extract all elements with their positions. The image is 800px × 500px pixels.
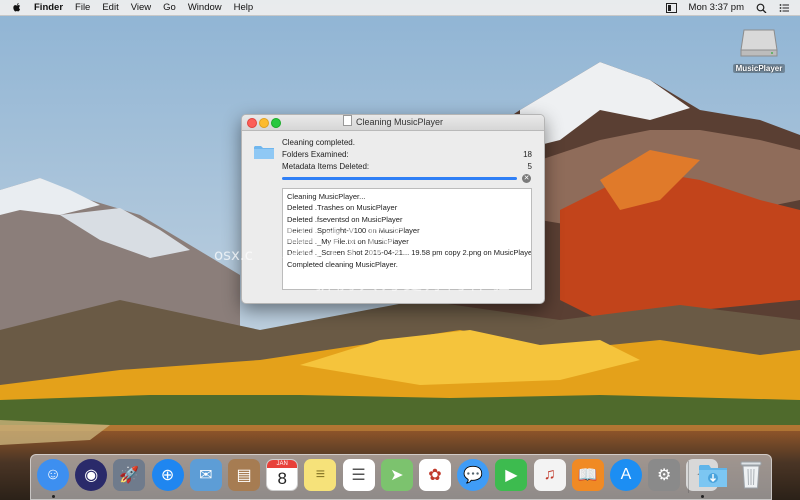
mail-icon[interactable]: ✉	[189, 459, 222, 491]
notes-glyph: ≡	[315, 466, 326, 483]
maps-glyph: ➤	[390, 467, 404, 484]
calendar-icon[interactable]: JAN 8	[266, 459, 299, 491]
messages-icon[interactable]: 💬	[457, 459, 490, 491]
menu-view[interactable]: View	[131, 2, 151, 13]
menu-app-name[interactable]: Finder	[34, 2, 63, 13]
input-source-icon[interactable]	[665, 2, 677, 13]
progress-fill	[282, 177, 517, 180]
launchpad-glyph: 🚀	[119, 467, 140, 484]
metadata-label: Metadata Items Deleted:	[282, 162, 370, 171]
trash-icon[interactable]	[735, 459, 767, 491]
status-row: Cleaning completed.	[282, 138, 532, 147]
drive-label: MusicPlayer	[732, 64, 786, 73]
photos-icon[interactable]: ✿	[419, 459, 451, 491]
reminders-icon[interactable]: ☰	[342, 459, 375, 491]
spotlight-search-icon[interactable]	[756, 3, 767, 13]
itunes-icon[interactable]: ♫	[533, 459, 566, 491]
menu-clock[interactable]: Mon 3:37 pm	[689, 2, 744, 13]
notification-center-icon[interactable]	[779, 3, 790, 13]
safari-icon[interactable]: ⊕	[151, 459, 184, 491]
downloads-glyph	[699, 465, 727, 487]
appstore-icon[interactable]: A	[610, 459, 642, 491]
finder-icon[interactable]: ☺	[37, 459, 69, 491]
progress-bar	[282, 177, 517, 180]
downloads-folder-icon[interactable]	[697, 459, 729, 491]
calendar-day: 8	[277, 469, 287, 488]
menu-help[interactable]: Help	[234, 2, 254, 13]
status-text: Cleaning completed.	[282, 138, 355, 147]
document-icon	[342, 115, 352, 126]
metadata-row: Metadata Items Deleted: 5	[282, 162, 532, 171]
stop-icon[interactable]: ✕	[522, 174, 531, 183]
running-indicator	[700, 495, 704, 498]
facetime-glyph: ▶	[505, 467, 518, 484]
menu-go[interactable]: Go	[163, 2, 176, 13]
mail-glyph: ✉	[199, 467, 213, 484]
folders-row: Folders Examined: 18	[282, 150, 532, 159]
photos-glyph: ✿	[428, 467, 442, 484]
folder-icon	[254, 146, 274, 159]
dock: ☺◉🚀⊕✉▤JAN8≡☰➤✿💬▶♫📖A⚙✧	[30, 454, 772, 500]
running-indicator	[51, 495, 55, 498]
metadata-value: 5	[527, 162, 532, 171]
watermark-site: osx.c	[214, 246, 253, 264]
window-titlebar[interactable]: Cleaning MusicPlayer	[242, 115, 544, 131]
log-line: Cleaning MusicPlayer...	[287, 192, 366, 201]
menu-bar: Finder File Edit View Go Window Help Mon…	[0, 0, 800, 16]
contacts-icon[interactable]: ▤	[228, 459, 260, 491]
notes-icon[interactable]: ≡	[304, 459, 337, 491]
launchpad-icon[interactable]: 🚀	[113, 459, 146, 491]
reminders-glyph: ☰	[351, 467, 366, 484]
finder-glyph: ☺	[44, 466, 62, 483]
dock-separator	[688, 461, 689, 493]
menu-file[interactable]: File	[75, 2, 90, 13]
apple-menu-icon[interactable]	[12, 2, 22, 13]
ibooks-glyph: 📖	[577, 467, 598, 484]
window-title: Cleaning MusicPlayer	[355, 117, 444, 127]
safari-glyph: ⊕	[160, 467, 175, 484]
system-preferences-glyph: ⚙	[657, 467, 672, 484]
siri-icon[interactable]: ◉	[75, 459, 108, 491]
folders-label: Folders Examined:	[282, 150, 349, 159]
desktop-drive[interactable]: MusicPlayer	[731, 20, 787, 73]
contacts-glyph: ▤	[236, 467, 252, 484]
calendar-month: JAN	[267, 460, 298, 468]
minimize-button[interactable]	[259, 118, 269, 128]
close-button[interactable]	[247, 118, 257, 128]
external-drive-icon	[740, 29, 778, 57]
zoom-button[interactable]	[271, 118, 281, 128]
watermark-title: 果社区	[282, 222, 408, 268]
siri-glyph: ◉	[84, 467, 99, 484]
folders-value: 18	[523, 150, 532, 159]
menu-edit[interactable]: Edit	[102, 2, 118, 13]
messages-glyph: 💬	[463, 467, 484, 484]
watermark-slogan: 折腾只为更好的体验	[315, 272, 514, 294]
menu-window[interactable]: Window	[188, 2, 222, 13]
ibooks-icon[interactable]: 📖	[571, 459, 604, 491]
facetime-icon[interactable]: ▶	[495, 459, 528, 491]
system-preferences-icon[interactable]: ⚙	[648, 459, 681, 491]
appstore-glyph: A	[620, 466, 632, 483]
itunes-glyph: ♫	[543, 466, 556, 483]
trash-glyph	[740, 461, 762, 489]
maps-icon[interactable]: ➤	[380, 459, 413, 491]
